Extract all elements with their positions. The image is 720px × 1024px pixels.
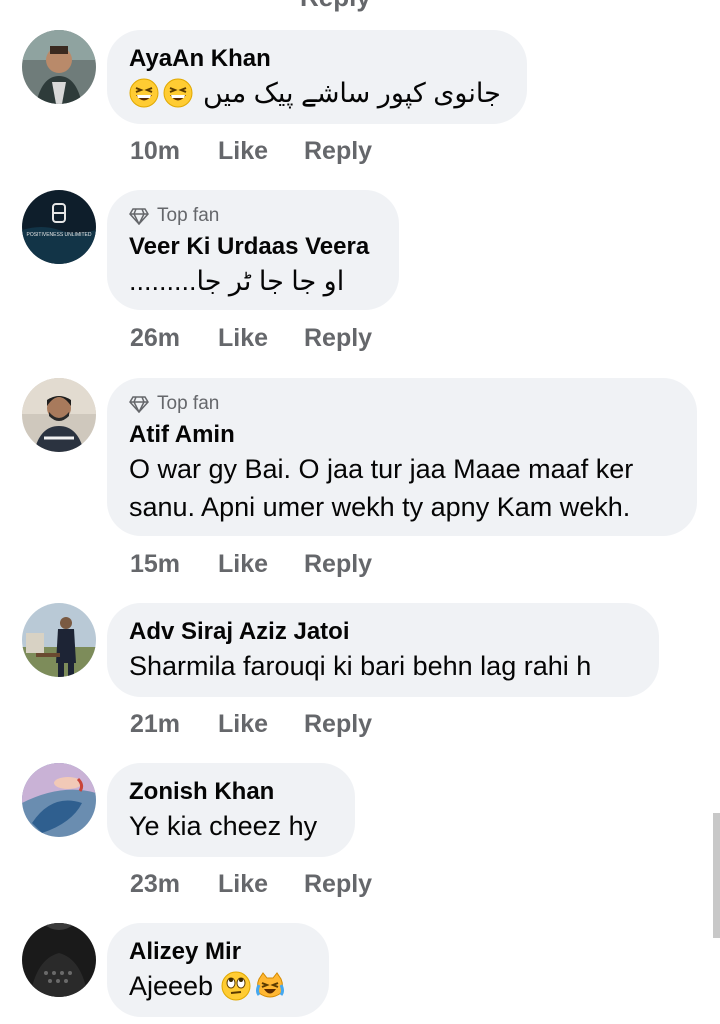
badge-label: Top fan [157,393,220,414]
comment-text: او جا جا ٹر جا......... [129,266,345,296]
comment-actions: 10m Like Reply [130,137,372,166]
scrollbar[interactable] [713,813,720,938]
avatar[interactable] [22,923,96,997]
comment-actions: 15m Like Reply [130,550,372,579]
eye-roll-emoji [221,971,251,1001]
comment-bubble: AyaAn Khan جانوی کپور ساشے پیک میں [107,30,527,124]
diamond-icon [129,208,149,225]
crying-laughing-cat-emoji [255,971,285,1001]
diamond-icon [129,396,149,413]
like-button[interactable]: Like [218,710,304,739]
comment-text: Sharmila farouqi ki bari behn lag rahi h [129,651,592,681]
commenter-name[interactable]: Veer Ki Urdaas Veera [129,232,377,262]
comment-text: Ajeeeb [129,967,307,1005]
comment-bubble: Alizey Mir Ajeeeb [107,923,329,1017]
comment-time[interactable]: 15m [130,550,218,579]
comment-time[interactable]: 10m [130,137,218,166]
commenter-name[interactable]: Adv Siraj Aziz Jatoi [129,617,637,647]
comment-bubble: Zonish Khan Ye kia cheez hy [107,763,355,857]
comment-bubble: Adv Siraj Aziz Jatoi Sharmila farouqi ki… [107,603,659,697]
top-fan-badge: Top fan [129,204,377,228]
commenter-name[interactable]: AyaAn Khan [129,44,505,74]
comment-text: Ye kia cheez hy [129,811,318,841]
comment-time[interactable]: 21m [130,710,218,739]
previous-reply-link[interactable]: Reply [300,0,371,13]
comment-time[interactable]: 23m [130,870,218,899]
comment-text: جانوی کپور ساشے پیک میں [129,74,505,112]
commenter-name[interactable]: Atif Amin [129,420,675,450]
like-button[interactable]: Like [218,550,304,579]
like-button[interactable]: Like [218,324,304,353]
avatar[interactable] [22,763,96,837]
commenter-name[interactable]: Zonish Khan [129,777,333,807]
avatar[interactable] [22,603,96,677]
comment-actions: 21m Like Reply [130,710,372,739]
commenter-name[interactable]: Alizey Mir [129,937,307,967]
partial-previous-comment: Reply [0,0,720,14]
comment-actions: 23m Like Reply [130,870,372,899]
grinning-squinting-emoji [129,78,159,108]
grinning-squinting-emoji [163,78,193,108]
comment-text-body: جانوی کپور ساشے پیک میں [203,78,501,108]
reply-button[interactable]: Reply [304,137,372,166]
comment-text-body: Ajeeeb [129,971,214,1001]
avatar-caption: POSITIVENESS UNLIMITED [26,232,91,238]
reply-button[interactable]: Reply [304,324,372,353]
comment-bubble: Top fan Veer Ki Urdaas Veera او جا جا ٹر… [107,190,399,310]
comment-text: O war gy Bai. O jaa tur jaa Maae maaf ke… [129,454,634,522]
reply-button[interactable]: Reply [304,550,372,579]
like-button[interactable]: Like [218,137,304,166]
badge-label: Top fan [157,205,220,226]
avatar[interactable] [22,378,96,452]
avatar[interactable]: POSITIVENESS UNLIMITED [22,190,96,264]
top-fan-badge: Top fan [129,392,675,416]
comment-time[interactable]: 26m [130,324,218,353]
avatar[interactable] [22,30,96,104]
reply-button[interactable]: Reply [304,870,372,899]
comment-bubble: Top fan Atif Amin O war gy Bai. O jaa tu… [107,378,697,536]
reply-button[interactable]: Reply [304,710,372,739]
comment-actions: 26m Like Reply [130,324,372,353]
like-button[interactable]: Like [218,870,304,899]
